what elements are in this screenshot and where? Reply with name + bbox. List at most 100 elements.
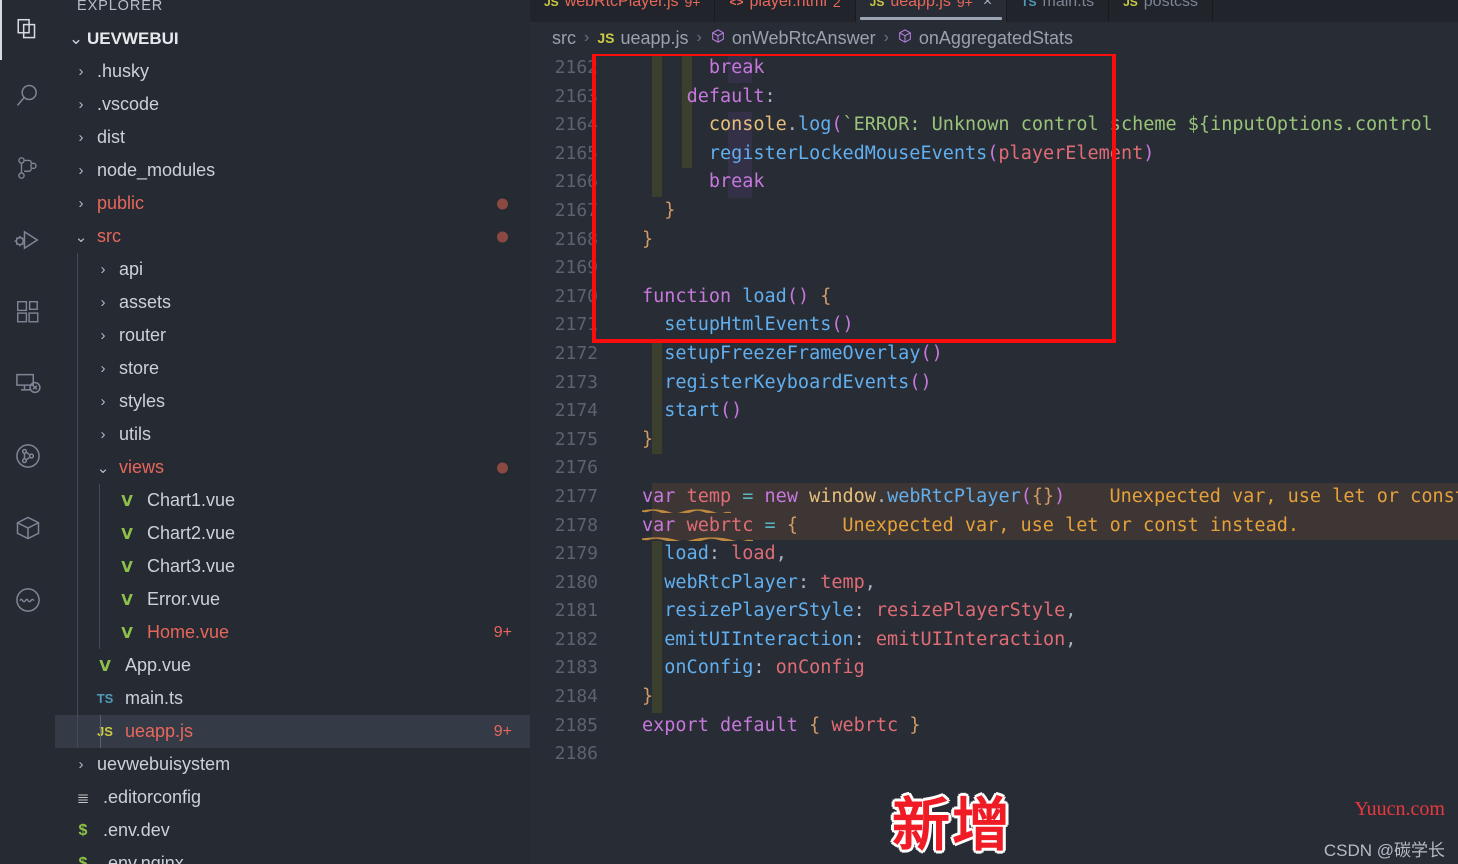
code-line[interactable]: 2183 onConfig: onConfig: [530, 654, 1458, 683]
code-line[interactable]: 2186: [530, 740, 1458, 769]
tree-item-assets[interactable]: › assets: [55, 286, 530, 319]
tree-item-chart1-vue[interactable]: V Chart1.vue: [55, 484, 530, 517]
code-line[interactable]: 2162 break: [530, 54, 1458, 83]
code-line[interactable]: 2175}: [530, 426, 1458, 455]
activity-item-search[interactable]: [0, 60, 55, 132]
tree-item--env-nginx[interactable]: $ .env.nginx: [55, 847, 530, 864]
tree-item-router[interactable]: › router: [55, 319, 530, 352]
chevron-right-icon[interactable]: ›: [91, 261, 115, 278]
code-line[interactable]: 2185 export default { webrtc }: [530, 712, 1458, 741]
chevron-down-icon[interactable]: ⌄: [91, 459, 115, 477]
line-number: 2166: [554, 171, 598, 193]
activity-item-source-control[interactable]: [0, 132, 55, 204]
chevron-right-icon[interactable]: ›: [69, 63, 93, 80]
code-line[interactable]: 2177 var temp = new window.webRtcPlayer({…: [530, 482, 1458, 513]
code-line[interactable]: 2172 setupFreezeFrameOverlay(): [530, 340, 1458, 369]
activity-item-gitlens[interactable]: [0, 420, 55, 492]
breadcrumb-separator: ›: [696, 29, 702, 46]
indent-guide: [99, 484, 100, 517]
tree-item-styles[interactable]: › styles: [55, 385, 530, 418]
code-line[interactable]: 2164 console.log(`ERROR: Unknown control…: [530, 111, 1458, 140]
line-content: webRtcPlayer: temp,: [664, 571, 876, 593]
line-number: 2179: [554, 543, 598, 565]
tab-problem-badge: 2: [832, 0, 841, 10]
code-line[interactable]: 2166 break: [530, 168, 1458, 197]
tree-item-node-modules[interactable]: › node_modules: [55, 154, 530, 187]
tree-item-ueapp-js[interactable]: JS ueapp.js 9+: [55, 715, 530, 748]
activity-item-run-and-debug[interactable]: [0, 204, 55, 276]
editor-tab-player-html[interactable]: <> player.html 2: [715, 0, 856, 22]
close-icon[interactable]: ×: [983, 0, 992, 11]
chevron-right-icon[interactable]: ›: [69, 756, 93, 773]
breadcrumb-item-onwebrtcanswer[interactable]: onWebRtcAnswer: [710, 28, 876, 49]
activity-item-extensions[interactable]: [0, 276, 55, 348]
tree-item-main-ts[interactable]: TS main.ts: [55, 682, 530, 715]
code-line[interactable]: 2181 resizePlayerStyle: resizePlayerStyl…: [530, 597, 1458, 626]
tree-item-error-vue[interactable]: V Error.vue: [55, 583, 530, 616]
chevron-right-icon[interactable]: ›: [91, 294, 115, 311]
tree-item-uevwebuisystem[interactable]: › uevwebuisystem: [55, 748, 530, 781]
breadcrumb-item-src[interactable]: src: [552, 28, 576, 49]
activity-item-remote-explorer[interactable]: [0, 348, 55, 420]
chevron-right-icon[interactable]: ›: [69, 195, 93, 212]
code-line[interactable]: 2182 emitUIInteraction: emitUIInteractio…: [530, 626, 1458, 655]
editor-tab-ueapp-js[interactable]: JS ueapp.js 9+ ×: [855, 0, 1008, 22]
file-icon: V: [113, 492, 141, 510]
line-number: 2167: [554, 199, 598, 221]
breadcrumb-item-onaggregatedstats[interactable]: onAggregatedStats: [897, 28, 1073, 49]
code-line[interactable]: 2169: [530, 254, 1458, 283]
tree-item-dist[interactable]: › dist: [55, 121, 530, 154]
chevron-right-icon[interactable]: ›: [69, 96, 93, 113]
workspace-root-row[interactable]: ⌄ UEVWEBUI: [55, 22, 530, 55]
editor-tab-main-ts[interactable]: TS main.ts: [1007, 0, 1110, 22]
tree-item-app-vue[interactable]: V App.vue: [55, 649, 530, 682]
activity-item-explorer[interactable]: [0, 0, 55, 60]
editor-tab-postcss[interactable]: JS postcss: [1109, 0, 1214, 22]
code-line[interactable]: 2173 registerKeyboardEvents(): [530, 369, 1458, 398]
tree-item-src[interactable]: ⌄ src: [55, 220, 530, 253]
line-content: }: [642, 428, 654, 450]
gitlens-icon: [14, 442, 42, 470]
tree-item-views[interactable]: ⌄ views: [55, 451, 530, 484]
tree-item-home-vue[interactable]: V Home.vue 9+: [55, 616, 530, 649]
tree-item--husky[interactable]: › .husky: [55, 55, 530, 88]
tree-item-public[interactable]: › public: [55, 187, 530, 220]
code-line[interactable]: 2174 start(): [530, 397, 1458, 426]
chevron-right-icon[interactable]: ›: [69, 162, 93, 179]
code-line[interactable]: 2179 load: load,: [530, 540, 1458, 569]
code-line[interactable]: 2170 function load() {: [530, 283, 1458, 312]
activity-item-package[interactable]: [0, 492, 55, 564]
tree-item-api[interactable]: › api: [55, 253, 530, 286]
breadcrumb-separator: ›: [584, 29, 590, 46]
chevron-right-icon[interactable]: ›: [91, 426, 115, 443]
modified-dot: [497, 462, 508, 473]
chevron-right-icon[interactable]: ›: [69, 129, 93, 146]
indent-guide: [77, 418, 78, 451]
code-line[interactable]: 2163 default:: [530, 83, 1458, 112]
code-editor[interactable]: 2162 break 2163 default: 2164 console.log(…: [530, 54, 1458, 864]
tree-item-chart2-vue[interactable]: V Chart2.vue: [55, 517, 530, 550]
tree-item-chart3-vue[interactable]: V Chart3.vue: [55, 550, 530, 583]
code-line[interactable]: 2176: [530, 454, 1458, 483]
tree-item--vscode[interactable]: › .vscode: [55, 88, 530, 121]
tree-item--env-dev[interactable]: $ .env.dev: [55, 814, 530, 847]
code-line[interactable]: 2167 }: [530, 197, 1458, 226]
code-line[interactable]: 2178 var webrtc = {Unexpected var, use le…: [530, 511, 1458, 542]
code-line[interactable]: 2165 registerLockedMouseEvents(playerEle…: [530, 140, 1458, 169]
chevron-right-icon[interactable]: ›: [91, 360, 115, 377]
chevron-right-icon[interactable]: ›: [91, 393, 115, 410]
code-line[interactable]: 2180 webRtcPlayer: temp,: [530, 569, 1458, 598]
activity-item-wave[interactable]: [0, 564, 55, 636]
code-line[interactable]: 2171 setupHtmlEvents(): [530, 311, 1458, 340]
tree-item--editorconfig[interactable]: ≣ .editorconfig: [55, 781, 530, 814]
breadcrumb-item-ueapp-js[interactable]: JS ueapp.js: [597, 28, 688, 49]
indent-guide: [99, 583, 100, 616]
chevron-down-icon[interactable]: ⌄: [69, 228, 93, 246]
chevron-right-icon[interactable]: ›: [91, 327, 115, 344]
tree-item-store[interactable]: › store: [55, 352, 530, 385]
code-line[interactable]: 2184}: [530, 683, 1458, 712]
tree-item-utils[interactable]: › utils: [55, 418, 530, 451]
editor-tab-webrtcplayer-js[interactable]: JS webRtcPlayer.js 9+: [530, 0, 716, 22]
breadcrumb-label: onWebRtcAnswer: [731, 27, 876, 48]
code-line[interactable]: 2168}: [530, 226, 1458, 255]
